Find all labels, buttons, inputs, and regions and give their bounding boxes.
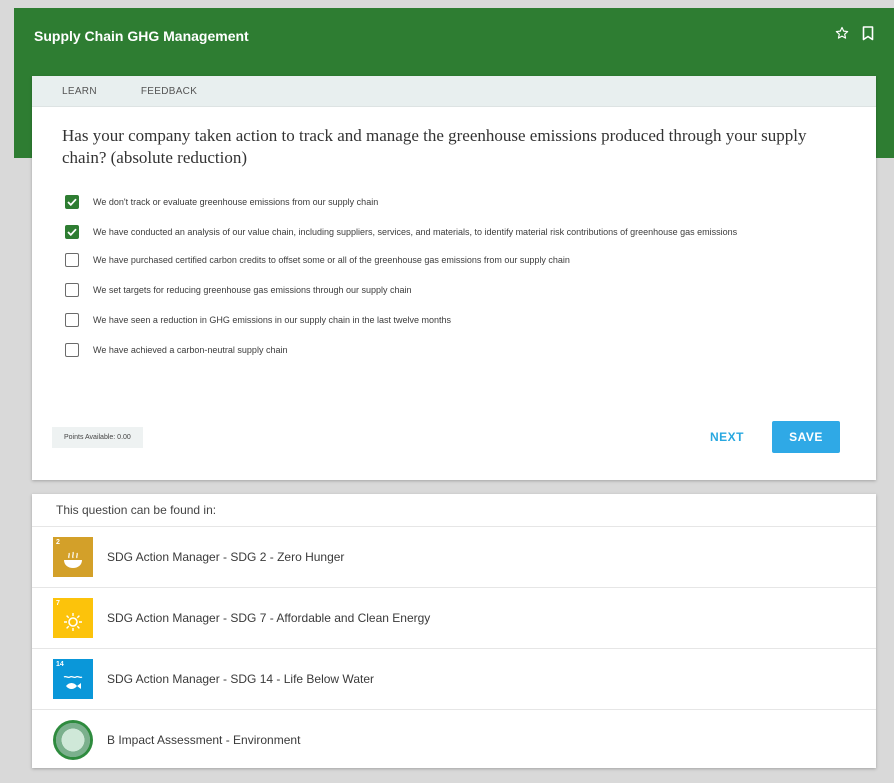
sdg-14-badge: 14 (53, 659, 93, 699)
option-seen-reduction[interactable]: We have seen a reduction in GHG emission… (65, 313, 876, 327)
app-window: Supply Chain GHG Management LEARN FEEDBA… (0, 0, 894, 783)
option-value-chain-analysis[interactable]: We have conducted an analysis of our val… (65, 225, 876, 239)
points-available: Points Available: 0.00 (52, 426, 143, 448)
sdg-7-badge: 7 (53, 598, 93, 638)
option-set-targets[interactable]: We set targets for reducing greenhouse g… (65, 283, 876, 297)
found-in-card: This question can be found in: 2 SDG Act… (32, 494, 876, 768)
checkbox-checked[interactable] (65, 225, 79, 239)
found-in-label: B Impact Assessment - Environment (107, 733, 301, 747)
checkbox-unchecked[interactable] (65, 313, 79, 327)
question-text: Has your company taken action to track a… (62, 126, 807, 167)
badge-number: 7 (56, 600, 60, 607)
card-footer: Points Available: 0.00 NEXT SAVE (52, 420, 840, 454)
option-label: We set targets for reducing greenhouse g… (93, 285, 412, 295)
checkmark-icon (67, 198, 77, 206)
footer-actions: NEXT SAVE (710, 421, 840, 453)
option-carbon-neutral[interactable]: We have achieved a carbon-neutral supply… (65, 343, 876, 357)
option-label: We have purchased certified carbon credi… (93, 255, 570, 265)
option-no-tracking[interactable]: We don't track or evaluate greenhouse em… (65, 195, 876, 209)
bookmark-icon[interactable] (860, 24, 876, 42)
answer-options: We don't track or evaluate greenhouse em… (32, 195, 876, 357)
fish-icon (63, 675, 83, 689)
badge-number: 14 (56, 661, 64, 668)
found-in-item-sdg7[interactable]: 7 SDG Action Manager - SDG 7 - Affordabl… (32, 588, 876, 649)
found-in-label: SDG Action Manager - SDG 2 - Zero Hunger (107, 550, 345, 564)
option-carbon-credits[interactable]: We have purchased certified carbon credi… (65, 253, 876, 267)
next-button[interactable]: NEXT (710, 430, 744, 444)
option-label: We have achieved a carbon-neutral supply… (93, 345, 288, 355)
sdg-2-badge: 2 (53, 537, 93, 577)
globe-icon (53, 720, 93, 760)
tab-learn[interactable]: LEARN (62, 86, 97, 97)
tab-feedback[interactable]: FEEDBACK (141, 86, 197, 97)
option-label: We don't track or evaluate greenhouse em… (93, 197, 379, 207)
checkbox-unchecked[interactable] (65, 283, 79, 297)
found-in-header: This question can be found in: (32, 494, 876, 527)
found-in-item-sdg2[interactable]: 2 SDG Action Manager - SDG 2 - Zero Hung… (32, 527, 876, 588)
option-label: We have seen a reduction in GHG emission… (93, 315, 452, 325)
checkbox-checked[interactable] (65, 195, 79, 209)
tab-bar: LEARN FEEDBACK (32, 76, 876, 107)
bowl-icon (64, 551, 82, 568)
found-in-item-bia[interactable]: B Impact Assessment - Environment (32, 710, 876, 770)
found-in-label: SDG Action Manager - SDG 7 - Affordable … (107, 611, 431, 625)
checkmark-icon (67, 228, 77, 236)
option-label: We have conducted an analysis of our val… (93, 227, 738, 237)
checkbox-unchecked[interactable] (65, 253, 79, 267)
sun-icon (64, 613, 82, 631)
header-actions (834, 24, 876, 42)
save-button[interactable]: SAVE (772, 421, 840, 453)
badge-number: 2 (56, 539, 60, 546)
checkbox-unchecked[interactable] (65, 343, 79, 357)
found-in-label: SDG Action Manager - SDG 14 - Life Below… (107, 672, 374, 686)
found-in-item-sdg14[interactable]: 14 SDG Action Manager - SDG 14 - Life Be… (32, 649, 876, 710)
page-title: Supply Chain GHG Management (34, 28, 249, 44)
question-card: LEARN FEEDBACK Has your company taken ac… (32, 76, 876, 480)
star-icon[interactable] (834, 24, 850, 42)
